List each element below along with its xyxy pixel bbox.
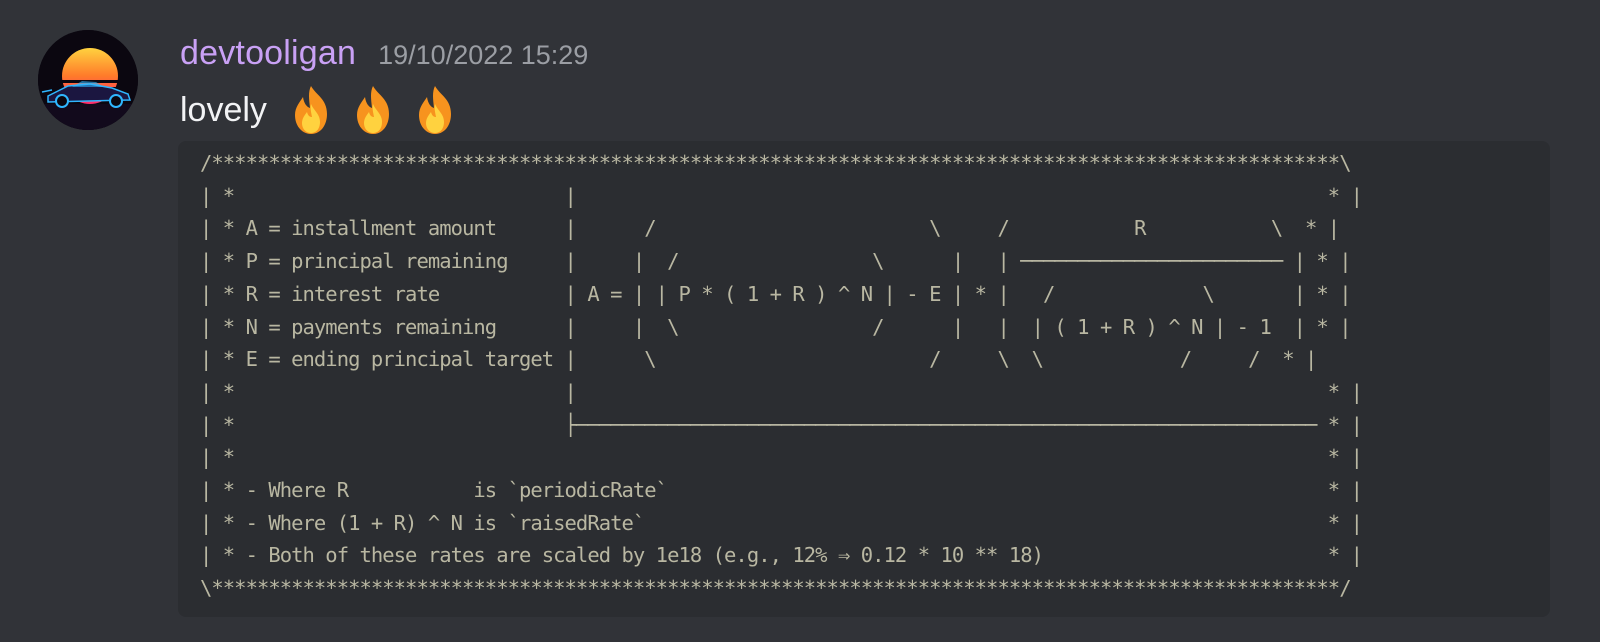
code-line: | * - Where R is `periodicRate` * | — [200, 478, 1363, 503]
code-line: | * A = installment amount | / \ / R \ *… — [200, 216, 1340, 241]
fire-emoji-icon[interactable] — [283, 82, 339, 138]
avatar[interactable] — [38, 30, 138, 130]
code-block[interactable]: /***************************************… — [178, 141, 1550, 617]
fire-emoji-icon[interactable] — [345, 82, 401, 138]
code-line: /***************************************… — [200, 151, 1352, 175]
message-text: lovely — [180, 90, 267, 129]
code-line: | * P = principal remaining | | / \ | | … — [200, 249, 1352, 274]
code-line: \***************************************… — [200, 576, 1352, 601]
chat-message: devtooligan 19/10/2022 15:29 lovely /***… — [0, 0, 1600, 642]
message-header: devtooligan 19/10/2022 15:29 — [180, 34, 588, 78]
code-line: | * N = payments remaining | | \ / | | |… — [200, 314, 1352, 339]
code-text: /***************************************… — [200, 147, 1550, 605]
code-line: | * E = ending principal target | \ / \ … — [200, 347, 1317, 372]
timestamp: 19/10/2022 15:29 — [378, 40, 589, 70]
code-line: | * | * | — [200, 379, 1363, 404]
code-line: | * ├───────────────────────────────────… — [200, 412, 1363, 437]
message-content: lovely — [180, 84, 463, 136]
fire-emoji-icon[interactable] — [407, 82, 463, 138]
synthwave-car-avatar-icon — [38, 30, 138, 130]
emoji-row — [277, 82, 463, 138]
code-line: | * | * | — [200, 183, 1363, 208]
code-line: | * R = interest rate | A = | | P * ( 1 … — [200, 281, 1352, 306]
code-line: | * - Where (1 + R) ^ N is `raisedRate` … — [200, 510, 1363, 535]
code-line: | * - Both of these rates are scaled by … — [200, 543, 1363, 568]
username[interactable]: devtooligan — [180, 34, 356, 73]
chat-view: devtooligan 19/10/2022 15:29 lovely /***… — [0, 0, 1600, 642]
code-line: | * * | — [200, 445, 1363, 470]
